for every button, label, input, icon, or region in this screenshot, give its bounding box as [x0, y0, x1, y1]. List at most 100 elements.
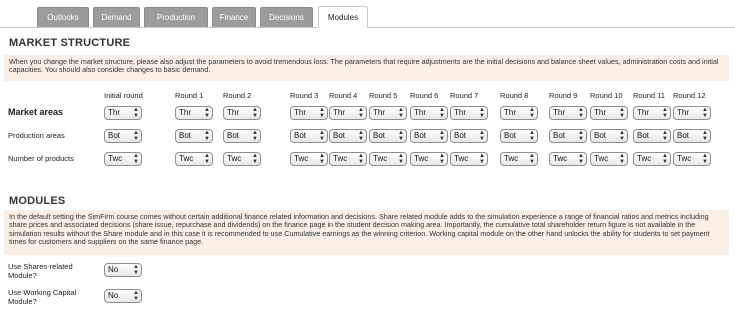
select-value: Bot — [414, 131, 427, 140]
tab-outlooks[interactable]: Outlooks — [37, 7, 89, 27]
up-down-arrows-icon: ▲ ▼ — [133, 153, 139, 165]
tab-decisions[interactable]: Decisions — [260, 7, 313, 27]
row-label-0: Market areas — [8, 107, 64, 117]
select-value: Twc — [504, 154, 519, 163]
select-row2-col2[interactable]: Twc ▲ ▼ — [223, 152, 261, 166]
select-row2-col7[interactable]: Twc ▲ ▼ — [450, 152, 488, 166]
up-down-arrows-icon: ▲ ▼ — [398, 130, 404, 142]
select-value: Twc — [637, 154, 652, 163]
select-row1-col8[interactable]: Bot ▲ ▼ — [500, 129, 538, 143]
select-row0-col8[interactable]: Thr ▲ ▼ — [500, 106, 538, 120]
select-row0-col4[interactable]: Thr ▲ ▼ — [329, 106, 367, 120]
select-value: Thr — [553, 108, 565, 117]
select-row1-col12[interactable]: Bot ▲ ▼ — [673, 129, 711, 143]
select-row1-col7[interactable]: Bot ▲ ▼ — [450, 129, 488, 143]
up-down-arrows-icon: ▲ ▼ — [252, 130, 258, 142]
select-value: Twc — [294, 154, 309, 163]
select-row2-col3[interactable]: Twc ▲ ▼ — [290, 152, 328, 166]
select-row0-col1[interactable]: Thr ▲ ▼ — [175, 106, 213, 120]
select-row2-col6[interactable]: Twc ▲ ▼ — [410, 152, 448, 166]
up-down-arrows-icon: ▲ ▼ — [133, 264, 139, 276]
column-header-5: Round 5 — [369, 91, 398, 100]
select-row2-col11[interactable]: Twc ▲ ▼ — [633, 152, 671, 166]
up-down-arrows-icon: ▲ ▼ — [358, 153, 364, 165]
select-row0-col5[interactable]: Thr ▲ ▼ — [369, 106, 407, 120]
up-down-arrows-icon: ▲ ▼ — [662, 130, 668, 142]
up-down-arrows-icon: ▲ ▼ — [398, 107, 404, 119]
up-down-arrows-icon: ▲ ▼ — [319, 107, 325, 119]
select-value: Twc — [454, 154, 469, 163]
select-row1-col0[interactable]: Bot ▲ ▼ — [104, 129, 142, 143]
select-value: Bot — [108, 131, 121, 140]
select-value: Thr — [373, 108, 385, 117]
column-header-0: Initial round — [104, 91, 143, 100]
up-down-arrows-icon: ▲ ▼ — [479, 130, 485, 142]
up-down-arrows-icon: ▲ ▼ — [578, 107, 584, 119]
shares-module-label: Use Shares-related Module? — [8, 262, 73, 280]
select-row2-col0[interactable]: Twc ▲ ▼ — [104, 152, 142, 166]
up-down-arrows-icon: ▲ ▼ — [204, 153, 210, 165]
select-row0-col2[interactable]: Thr ▲ ▼ — [223, 106, 261, 120]
tab-demand[interactable]: Demand — [93, 7, 140, 27]
select-value: Bot — [637, 131, 650, 140]
up-down-arrows-icon: ▲ ▼ — [204, 107, 210, 119]
up-down-arrows-icon: ▲ ▼ — [619, 130, 625, 142]
select-row0-col10[interactable]: Thr ▲ ▼ — [590, 106, 628, 120]
select-value: Twc — [594, 154, 609, 163]
select-row1-col11[interactable]: Bot ▲ ▼ — [633, 129, 671, 143]
up-down-arrows-icon: ▲ ▼ — [133, 107, 139, 119]
up-down-arrows-icon: ▲ ▼ — [439, 153, 445, 165]
select-value: Thr — [227, 108, 239, 117]
select-value: Twc — [227, 154, 242, 163]
column-header-10: Round 10 — [590, 91, 623, 100]
select-value: Thr — [414, 108, 426, 117]
up-down-arrows-icon: ▲ ▼ — [529, 130, 535, 142]
up-down-arrows-icon: ▲ ▼ — [439, 107, 445, 119]
select-row1-col10[interactable]: Bot ▲ ▼ — [590, 129, 628, 143]
select-row0-col0[interactable]: Thr ▲ ▼ — [104, 106, 142, 120]
up-down-arrows-icon: ▲ ▼ — [358, 107, 364, 119]
select-value: Twc — [677, 154, 692, 163]
up-down-arrows-icon: ▲ ▼ — [319, 130, 325, 142]
column-header-3: Round 3 — [290, 91, 319, 100]
row-label-1: Production areas — [8, 131, 65, 140]
up-down-arrows-icon: ▲ ▼ — [702, 130, 708, 142]
select-row0-col6[interactable]: Thr ▲ ▼ — [410, 106, 448, 120]
select-row2-col9[interactable]: Twc ▲ ▼ — [549, 152, 587, 166]
select-row2-col10[interactable]: Twc ▲ ▼ — [590, 152, 628, 166]
select-value: Thr — [179, 108, 191, 117]
column-header-11: Round 11 — [633, 91, 665, 100]
tab-production[interactable]: Production — [144, 7, 208, 27]
select-row2-col5[interactable]: Twc ▲ ▼ — [369, 152, 407, 166]
select-value: Twc — [108, 154, 123, 163]
select-row1-col2[interactable]: Bot ▲ ▼ — [223, 129, 261, 143]
select-row0-col9[interactable]: Thr ▲ ▼ — [549, 106, 587, 120]
up-down-arrows-icon: ▲ ▼ — [358, 130, 364, 142]
select-row2-col8[interactable]: Twc ▲ ▼ — [500, 152, 538, 166]
shares-module-select[interactable]: No ▲ ▼ — [104, 263, 142, 277]
up-down-arrows-icon: ▲ ▼ — [529, 107, 535, 119]
select-row2-col4[interactable]: Twc ▲ ▼ — [329, 152, 367, 166]
up-down-arrows-icon: ▲ ▼ — [619, 107, 625, 119]
market-structure-title: MARKET STRUCTURE — [9, 37, 131, 49]
tab-finance[interactable]: Finance — [212, 7, 256, 27]
tab-modules[interactable]: Modules — [318, 6, 368, 28]
select-row1-col4[interactable]: Bot ▲ ▼ — [329, 129, 367, 143]
select-row0-col7[interactable]: Thr ▲ ▼ — [450, 106, 488, 120]
up-down-arrows-icon: ▲ ▼ — [252, 107, 258, 119]
select-value: Bot — [373, 131, 386, 140]
select-row2-col1[interactable]: Twc ▲ ▼ — [175, 152, 213, 166]
up-down-arrows-icon: ▲ ▼ — [439, 130, 445, 142]
select-row2-col12[interactable]: Twc ▲ ▼ — [673, 152, 711, 166]
select-row1-col1[interactable]: Bot ▲ ▼ — [175, 129, 213, 143]
up-down-arrows-icon: ▲ ▼ — [578, 153, 584, 165]
select-value: Thr — [333, 108, 345, 117]
select-row1-col5[interactable]: Bot ▲ ▼ — [369, 129, 407, 143]
select-row1-col9[interactable]: Bot ▲ ▼ — [549, 129, 587, 143]
working-capital-module-select[interactable]: No ▲ ▼ — [104, 289, 142, 303]
select-row0-col12[interactable]: Thr ▲ ▼ — [673, 106, 711, 120]
select-row0-col3[interactable]: Thr ▲ ▼ — [290, 106, 328, 120]
select-row1-col3[interactable]: Bot ▲ ▼ — [290, 129, 328, 143]
select-row0-col11[interactable]: Thr ▲ ▼ — [633, 106, 671, 120]
select-row1-col6[interactable]: Bot ▲ ▼ — [410, 129, 448, 143]
